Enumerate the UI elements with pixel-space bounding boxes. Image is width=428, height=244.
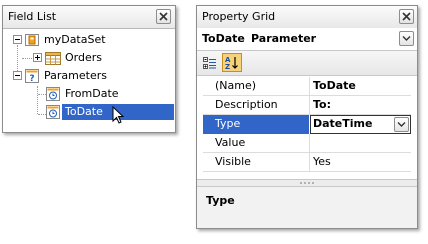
- minus-icon: [15, 75, 20, 76]
- property-grid-toolbar: A Z: [197, 51, 417, 76]
- collapse-toggle[interactable]: [13, 35, 22, 44]
- sort-az-icon: A Z: [225, 56, 238, 70]
- property-row-value[interactable]: Value: [203, 134, 411, 153]
- property-value: To:: [313, 98, 331, 111]
- tree-node-label: FromDate: [65, 87, 119, 100]
- property-row-name[interactable]: (Name) ToDate: [203, 77, 411, 96]
- categorized-button[interactable]: [201, 54, 220, 72]
- dataset-icon: [25, 34, 39, 46]
- property-table: (Name) ToDate Description To: Type DateT…: [197, 77, 417, 179]
- property-row-description[interactable]: Description To:: [203, 96, 411, 115]
- field-list-panel: Field List myDataSet Orders ? Parameters…: [2, 5, 176, 133]
- object-selector-type: Parameter: [251, 32, 317, 45]
- property-value: Yes: [313, 155, 331, 168]
- close-icon: [402, 12, 411, 21]
- table-icon: [45, 52, 61, 65]
- column-divider: [309, 134, 310, 152]
- tree-node-fromdate[interactable]: FromDate: [11, 86, 161, 102]
- parameters-icon: ?: [25, 69, 39, 83]
- tree-node-mydataset[interactable]: myDataSet: [11, 32, 161, 48]
- property-grid-titlebar: Property Grid: [197, 6, 417, 29]
- description-splitter[interactable]: [197, 179, 417, 187]
- tree-node-label: Parameters: [44, 69, 107, 82]
- tree-node-todate[interactable]: ToDate: [11, 104, 174, 120]
- chevron-down-icon: [397, 122, 406, 127]
- mouse-cursor-icon: [112, 106, 125, 124]
- column-divider: [309, 96, 310, 114]
- svg-text:Z: Z: [225, 63, 230, 70]
- object-selector-dropdown-button[interactable]: [399, 31, 414, 46]
- description-pane: Type: [197, 187, 417, 228]
- property-value: DateTime: [313, 117, 373, 130]
- tree-node-orders[interactable]: Orders: [11, 50, 161, 66]
- tree-node-label: Orders: [65, 51, 102, 64]
- grip-icon: [300, 182, 314, 184]
- tree-node-label: ToDate: [65, 105, 103, 118]
- property-name: Type: [215, 117, 241, 130]
- expand-toggle[interactable]: [33, 53, 42, 62]
- field-list-close-button[interactable]: [156, 9, 171, 24]
- tree-node-parameters[interactable]: ? Parameters: [11, 68, 161, 84]
- alphabetical-button[interactable]: A Z: [222, 53, 242, 72]
- property-row-type[interactable]: Type DateTime: [203, 115, 411, 134]
- field-list-titlebar: Field List: [3, 6, 175, 29]
- tree-node-label: myDataSet: [44, 33, 106, 46]
- property-value-editor[interactable]: DateTime: [310, 115, 411, 134]
- object-selector[interactable]: ToDate Parameter: [197, 28, 417, 51]
- minus-icon: [15, 39, 20, 40]
- description-title: Type: [206, 194, 235, 207]
- property-grid-close-button[interactable]: [399, 9, 414, 24]
- chevron-down-icon: [402, 36, 411, 41]
- collapse-toggle[interactable]: [13, 71, 22, 80]
- property-grid-panel: Property Grid ToDate Parameter A Z (Name…: [196, 5, 418, 229]
- object-selector-name: ToDate: [202, 32, 245, 45]
- property-value: ToDate: [313, 79, 356, 92]
- date-parameter-icon: [46, 105, 60, 119]
- type-dropdown-button[interactable]: [394, 117, 409, 132]
- plus-icon: [35, 55, 40, 60]
- column-divider: [309, 77, 310, 95]
- property-name: Visible: [215, 155, 251, 168]
- categorized-icon: [203, 57, 216, 69]
- close-icon: [159, 12, 168, 21]
- svg-text:?: ?: [29, 74, 34, 83]
- property-name: Description: [215, 98, 278, 111]
- date-parameter-icon: [46, 87, 60, 101]
- column-divider: [309, 153, 310, 171]
- property-name: (Name): [215, 79, 257, 92]
- field-list-title: Field List: [8, 10, 57, 23]
- property-name: Value: [215, 136, 246, 149]
- property-row-visible[interactable]: Visible Yes: [203, 153, 411, 172]
- property-grid-title: Property Grid: [202, 10, 276, 23]
